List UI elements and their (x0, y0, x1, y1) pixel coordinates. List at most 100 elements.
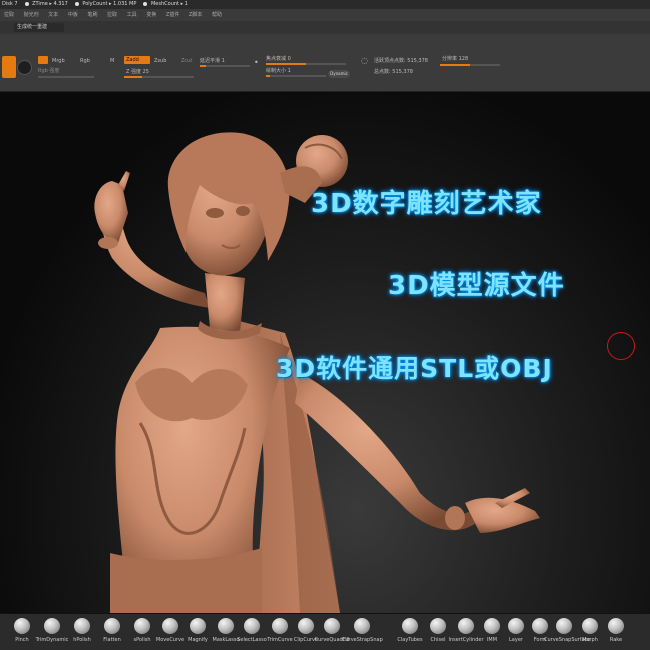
brush-masklasso[interactable]: MaskLasso (212, 618, 240, 650)
menu-item[interactable]: 文本 (48, 12, 58, 18)
menu-item[interactable]: 拉取 (107, 12, 117, 18)
brush-magnify-icon (190, 618, 206, 634)
overlay-title-line-1: 3D数字雕刻艺术家 (311, 189, 542, 219)
vertex-count-icon: ◌ (361, 56, 368, 65)
brush-movecurve[interactable]: MoveCurve (156, 618, 184, 650)
brush-layer-icon (508, 618, 524, 634)
active-points-label: 活跃顶点点数: 515,378 (374, 58, 428, 64)
menu-item[interactable]: 帮助 (212, 12, 222, 18)
brush-insertcylinder[interactable]: InsertCylinder (448, 618, 484, 650)
brush-clipcurve[interactable]: ClipCurve (292, 618, 320, 650)
overlay-title-line-2: 3D模型源文件 (388, 271, 565, 301)
brush-morph-icon (582, 618, 598, 634)
menu-item[interactable]: Z脚本 (189, 12, 202, 18)
project-bar: 生成统一重建 (0, 21, 650, 34)
z-intensity-slider[interactable] (124, 76, 194, 78)
top-shelf: Mrgb Rgb M Zadd Zsub Zcut Rgb 强度 Z 强度 25… (0, 34, 650, 92)
brush-chisel[interactable]: Chisel (424, 618, 452, 650)
focal-shift-slider[interactable] (266, 63, 346, 65)
status-dot-icon (24, 1, 29, 6)
brush-claytubes-icon (402, 618, 418, 634)
ztime-label: ZTime ▸ 4.317 (32, 1, 68, 7)
brush-clipcurve-icon (298, 618, 314, 634)
brush-selectlasso-icon (244, 618, 260, 634)
brush-shelf: Pinch TrimDynamic hPolish Flatten sPolis… (0, 613, 650, 650)
smooth-label: 延迟平滑 1 (200, 58, 225, 64)
brush-masklasso-icon (218, 618, 234, 634)
brush-trimcurve[interactable]: TrimCurve (266, 618, 294, 650)
project-tab[interactable]: 生成统一重建 (14, 23, 64, 32)
menu-item[interactable]: 笔刷 (87, 12, 97, 18)
status-dot-icon (143, 1, 148, 6)
brush-curvequadfill[interactable]: CurveQuadFill (315, 618, 349, 650)
brush-form-icon (532, 618, 548, 634)
resolution-slider[interactable] (440, 64, 500, 66)
mrgb-toggle-icon[interactable] (38, 56, 48, 64)
eye (206, 208, 224, 218)
brush-hpolish[interactable]: hPolish (68, 618, 96, 650)
wrist-band (445, 506, 465, 530)
meshcount-label: MeshCount ▸ 1 (150, 1, 188, 7)
polycount-label: PolyCount ▸ 1.031 MP (82, 1, 137, 7)
menu-item[interactable]: 抛光剂 (24, 12, 39, 18)
point-icon: • (254, 58, 259, 67)
menu-item[interactable]: 拉取 (4, 12, 14, 18)
resolution-label: 分辨率 128 (442, 56, 469, 62)
brush-curvestrapsnap[interactable]: CurveStrapSnap (342, 618, 383, 650)
rgb-intensity-label: Rgb 强度 (38, 68, 60, 74)
brush-trimdynamic-icon (44, 618, 60, 634)
brush-flatten[interactable]: Flatten (98, 618, 126, 650)
menu-item[interactable]: 中板 (68, 12, 78, 18)
status-bar: Disk 7 ZTime ▸ 4.317 PolyCount ▸ 1.031 M… (0, 0, 650, 9)
total-points-label: 总点数: 515,378 (374, 69, 413, 75)
disk-label: Disk 7 (2, 1, 18, 7)
zsub-button[interactable]: Zsub (154, 58, 166, 64)
brush-magnify[interactable]: Magnify (184, 618, 212, 650)
rgb-button[interactable]: Rgb (80, 58, 90, 64)
eye (236, 206, 250, 216)
brush-rake-icon (608, 618, 624, 634)
brush-hpolish-icon (74, 618, 90, 634)
zbrush-logo-icon (17, 60, 32, 75)
wrist-band (98, 237, 118, 249)
brush-cursor-icon (607, 332, 635, 360)
brush-trimcurve-icon (272, 618, 288, 634)
brush-trimdynamic[interactable]: TrimDynamic (36, 618, 68, 650)
dynamic-button[interactable]: Dynamic (328, 70, 350, 78)
zcut-button[interactable]: Zcut (181, 58, 192, 64)
canvas-viewport[interactable]: 3D数字雕刻艺术家 3D模型源文件 3D软件通用STL或OBJ (0, 93, 650, 613)
brush-selectlasso[interactable]: SelectLasso (237, 618, 267, 650)
rgb-intensity-slider[interactable] (38, 76, 94, 78)
brush-movecurve-icon (162, 618, 178, 634)
brush-morph[interactable]: Morph (576, 618, 604, 650)
brush-curvequadfill-icon (324, 618, 340, 634)
z-intensity-label: Z 强度 25 (126, 69, 149, 75)
edit-mode-button[interactable] (2, 56, 16, 78)
menu-item[interactable]: 工具 (127, 12, 137, 18)
status-dot-icon (74, 1, 79, 6)
focal-shift-label: 焦点衰减 0 (266, 56, 291, 62)
brush-spolish[interactable]: sPolish (128, 618, 156, 650)
draw-size-label: 绘制大小 1 (266, 68, 291, 74)
menu-item[interactable]: Z插件 (166, 12, 179, 18)
draw-size-slider[interactable] (266, 75, 326, 77)
brush-imm-icon (484, 618, 500, 634)
brush-curvestrapsnap-icon (354, 618, 370, 634)
overlay-title-line-3: 3D软件通用STL或OBJ (276, 354, 553, 383)
brush-insertcylinder-icon (458, 618, 474, 634)
zadd-button[interactable]: Zadd (124, 56, 150, 64)
brush-pinch-icon (14, 618, 30, 634)
brush-curvesnapsurface-icon (556, 618, 572, 634)
mrgb-button[interactable]: Mrgb (52, 58, 65, 64)
right-arm (295, 373, 540, 533)
brush-claytubes[interactable]: ClayTubes (396, 618, 424, 650)
brush-pinch[interactable]: Pinch (8, 618, 36, 650)
smooth-slider[interactable] (200, 65, 250, 67)
menu-bar: 拉取 抛光剂 文本 中板 笔刷 拉取 工具 变换 Z插件 Z脚本 帮助 (0, 9, 650, 21)
brush-chisel-icon (430, 618, 446, 634)
brush-curvesnapsurface[interactable]: CurveSnapSurface (544, 618, 590, 650)
brush-spolish-icon (134, 618, 150, 634)
brush-rake[interactable]: Rake (602, 618, 630, 650)
m-button[interactable]: M (110, 58, 114, 64)
menu-item[interactable]: 变换 (146, 12, 156, 18)
